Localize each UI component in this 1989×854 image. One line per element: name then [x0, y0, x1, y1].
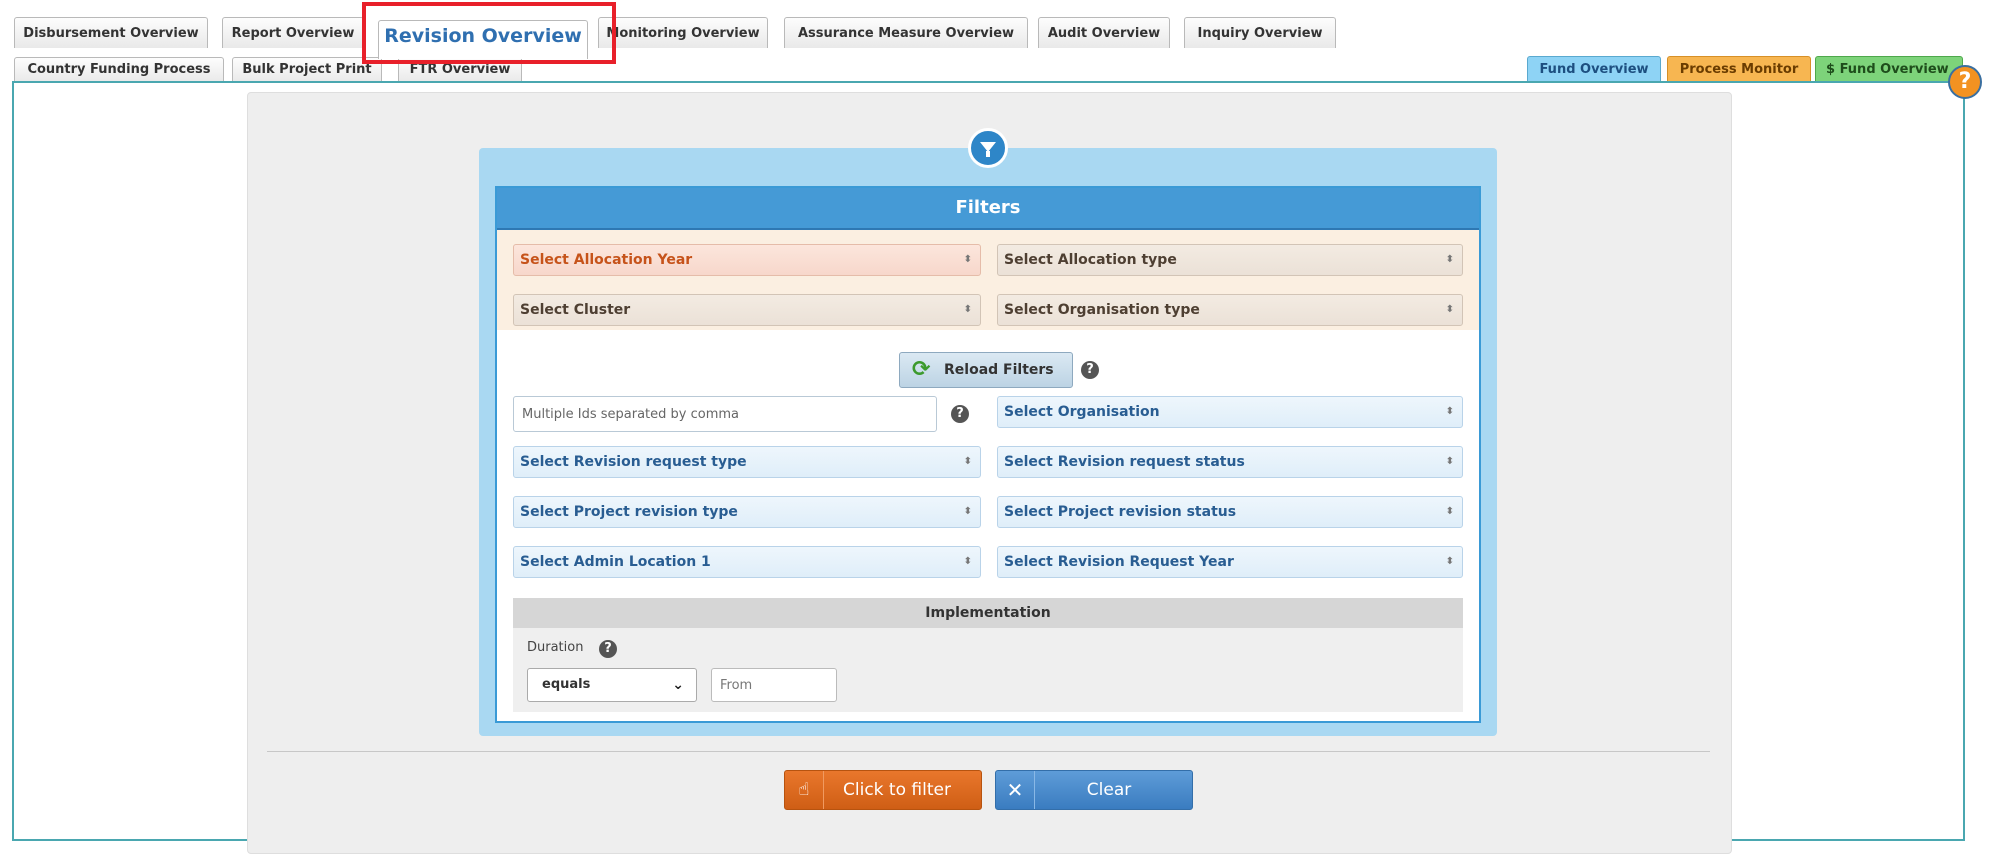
- duration-help-icon[interactable]: ?: [599, 640, 617, 658]
- ids-input[interactable]: [513, 396, 937, 432]
- revision-request-type-select[interactable]: Select Revision request type ⬍: [513, 446, 981, 478]
- tab-dollar-fund-overview[interactable]: $ Fund Overview: [1815, 56, 1963, 82]
- click-to-filter-button[interactable]: ☝ Click to filter: [784, 770, 982, 810]
- organisation-type-select[interactable]: Select Organisation type ⬍: [997, 294, 1463, 326]
- project-revision-type-label: Select Project revision type: [520, 504, 738, 520]
- help-icon[interactable]: ?: [1948, 65, 1982, 99]
- implementation-section: Duration ? equals ⌄: [513, 628, 1463, 712]
- tab-bulk-project-print[interactable]: Bulk Project Print: [232, 57, 382, 82]
- filters-box: Filters Select Allocation Year ⬍ Select …: [495, 186, 1481, 723]
- sort-arrows-icon: ⬍: [963, 556, 972, 567]
- sort-arrows-icon: ⬍: [1445, 406, 1454, 417]
- organisation-type-label: Select Organisation type: [1004, 302, 1200, 318]
- tab-audit-overview[interactable]: Audit Overview: [1038, 17, 1170, 48]
- pointer-hand-icon: ☝: [785, 771, 824, 809]
- reload-help-icon[interactable]: ?: [1081, 361, 1099, 379]
- sort-arrows-icon: ⬍: [1445, 506, 1454, 517]
- tab-report-overview[interactable]: Report Overview: [222, 17, 364, 48]
- cluster-select[interactable]: Select Cluster ⬍: [513, 294, 981, 326]
- highlight-box: [362, 2, 616, 64]
- organisation-label: Select Organisation: [1004, 404, 1160, 420]
- revision-request-status-label: Select Revision request status: [1004, 454, 1245, 470]
- tab-disbursement-overview[interactable]: Disbursement Overview: [14, 17, 208, 48]
- divider: [267, 751, 1710, 752]
- allocation-year-label: Select Allocation Year: [520, 252, 693, 268]
- allocation-type-select[interactable]: Select Allocation type ⬍: [997, 244, 1463, 276]
- duration-operator-select[interactable]: equals ⌄: [527, 668, 697, 702]
- project-revision-status-label: Select Project revision status: [1004, 504, 1237, 520]
- revision-request-year-select[interactable]: Select Revision Request Year ⬍: [997, 546, 1463, 578]
- admin-location-select[interactable]: Select Admin Location 1 ⬍: [513, 546, 981, 578]
- clear-label: Clear: [1086, 780, 1132, 800]
- clear-button[interactable]: ✕ Clear: [995, 770, 1193, 810]
- duration-label: Duration: [527, 640, 584, 655]
- sort-arrows-icon: ⬍: [1445, 556, 1454, 567]
- reload-filters-button[interactable]: ⟳ Reload Filters: [899, 352, 1073, 388]
- duration-operator-value: equals: [542, 677, 591, 692]
- revision-request-status-select[interactable]: Select Revision request status ⬍: [997, 446, 1463, 478]
- revision-request-year-label: Select Revision Request Year: [1004, 554, 1234, 570]
- chevron-down-icon: ⌄: [672, 677, 684, 693]
- click-to-filter-label: Click to filter: [843, 780, 951, 800]
- implementation-header: Implementation: [513, 598, 1463, 628]
- ids-help-icon[interactable]: ?: [951, 405, 969, 423]
- tab-country-funding-process[interactable]: Country Funding Process: [14, 57, 224, 82]
- reload-icon: ⟳: [912, 357, 931, 382]
- sort-arrows-icon: ⬍: [1445, 304, 1454, 315]
- allocation-type-label: Select Allocation type: [1004, 252, 1177, 268]
- tab-monitoring-overview[interactable]: Monitoring Overview: [598, 17, 768, 48]
- tab-assurance-measure-overview[interactable]: Assurance Measure Overview: [784, 17, 1028, 48]
- tab-inquiry-overview[interactable]: Inquiry Overview: [1184, 17, 1336, 48]
- tab-fund-overview[interactable]: Fund Overview: [1527, 56, 1661, 82]
- sort-arrows-icon: ⬍: [963, 456, 972, 467]
- revision-request-type-label: Select Revision request type: [520, 454, 747, 470]
- tab-process-monitor[interactable]: Process Monitor: [1667, 56, 1811, 82]
- organisation-select[interactable]: Select Organisation ⬍: [997, 396, 1463, 428]
- allocation-year-select[interactable]: Select Allocation Year ⬍: [513, 244, 981, 276]
- sort-arrows-icon: ⬍: [963, 506, 972, 517]
- sort-arrows-icon: ⬍: [963, 304, 972, 315]
- sort-arrows-icon: ⬍: [1445, 456, 1454, 467]
- cluster-label: Select Cluster: [520, 302, 631, 318]
- project-revision-status-select[interactable]: Select Project revision status ⬍: [997, 496, 1463, 528]
- filter-funnel-icon[interactable]: [968, 128, 1008, 168]
- project-revision-type-select[interactable]: Select Project revision type ⬍: [513, 496, 981, 528]
- filters-title: Filters: [497, 188, 1479, 230]
- sort-arrows-icon: ⬍: [1445, 254, 1454, 265]
- sort-arrows-icon: ⬍: [963, 254, 972, 265]
- reload-filters-label: Reload Filters: [944, 362, 1054, 378]
- duration-from-input[interactable]: [711, 668, 837, 702]
- admin-location-label: Select Admin Location 1: [520, 554, 711, 570]
